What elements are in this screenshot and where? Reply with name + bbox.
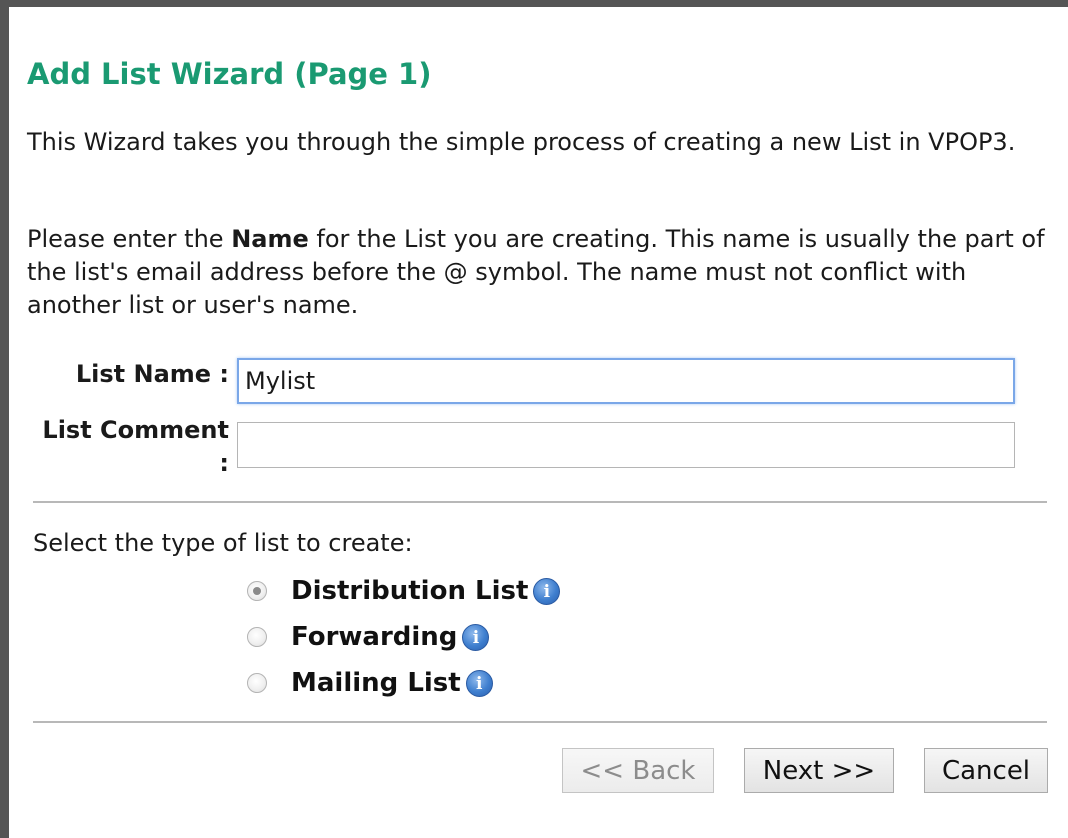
list-name-input[interactable] [237, 358, 1015, 404]
page-title: Add List Wizard (Page 1) [27, 57, 432, 91]
radio-distribution-list[interactable] [247, 581, 267, 601]
instruction-text-start: Please enter the [27, 225, 232, 253]
list-comment-label: List Comment : [42, 416, 229, 477]
info-icon[interactable]: i [462, 623, 490, 651]
radio-forwarding[interactable] [247, 627, 267, 647]
back-button[interactable]: << Back [562, 748, 714, 793]
radio-mailing-list[interactable] [247, 673, 267, 693]
radio-label-mailing-list: Mailing List [291, 668, 461, 698]
radio-label-distribution-list: Distribution List [291, 576, 529, 606]
list-comment-input[interactable] [237, 422, 1015, 468]
divider [33, 721, 1047, 723]
list-type-option-forwarding[interactable]: Forwarding i [247, 620, 490, 654]
divider [33, 501, 1047, 503]
instruction-text: Please enter the Name for the List you a… [27, 223, 1057, 322]
cancel-button[interactable]: Cancel [924, 748, 1048, 793]
list-type-option-mailing-list[interactable]: Mailing List i [247, 666, 493, 700]
intro-text: This Wizard takes you through the simple… [27, 128, 1016, 156]
next-button[interactable]: Next >> [744, 748, 894, 793]
list-type-option-distribution[interactable]: Distribution List i [247, 574, 561, 608]
info-icon[interactable]: i [533, 577, 561, 605]
list-name-label: List Name : [75, 360, 229, 388]
info-icon[interactable]: i [465, 669, 493, 697]
instruction-text-bold: Name [231, 225, 309, 253]
radio-label-forwarding: Forwarding [291, 622, 458, 652]
list-type-prompt: Select the type of list to create: [33, 529, 413, 557]
wizard-panel: Add List Wizard (Page 1) This Wizard tak… [0, 0, 1068, 838]
